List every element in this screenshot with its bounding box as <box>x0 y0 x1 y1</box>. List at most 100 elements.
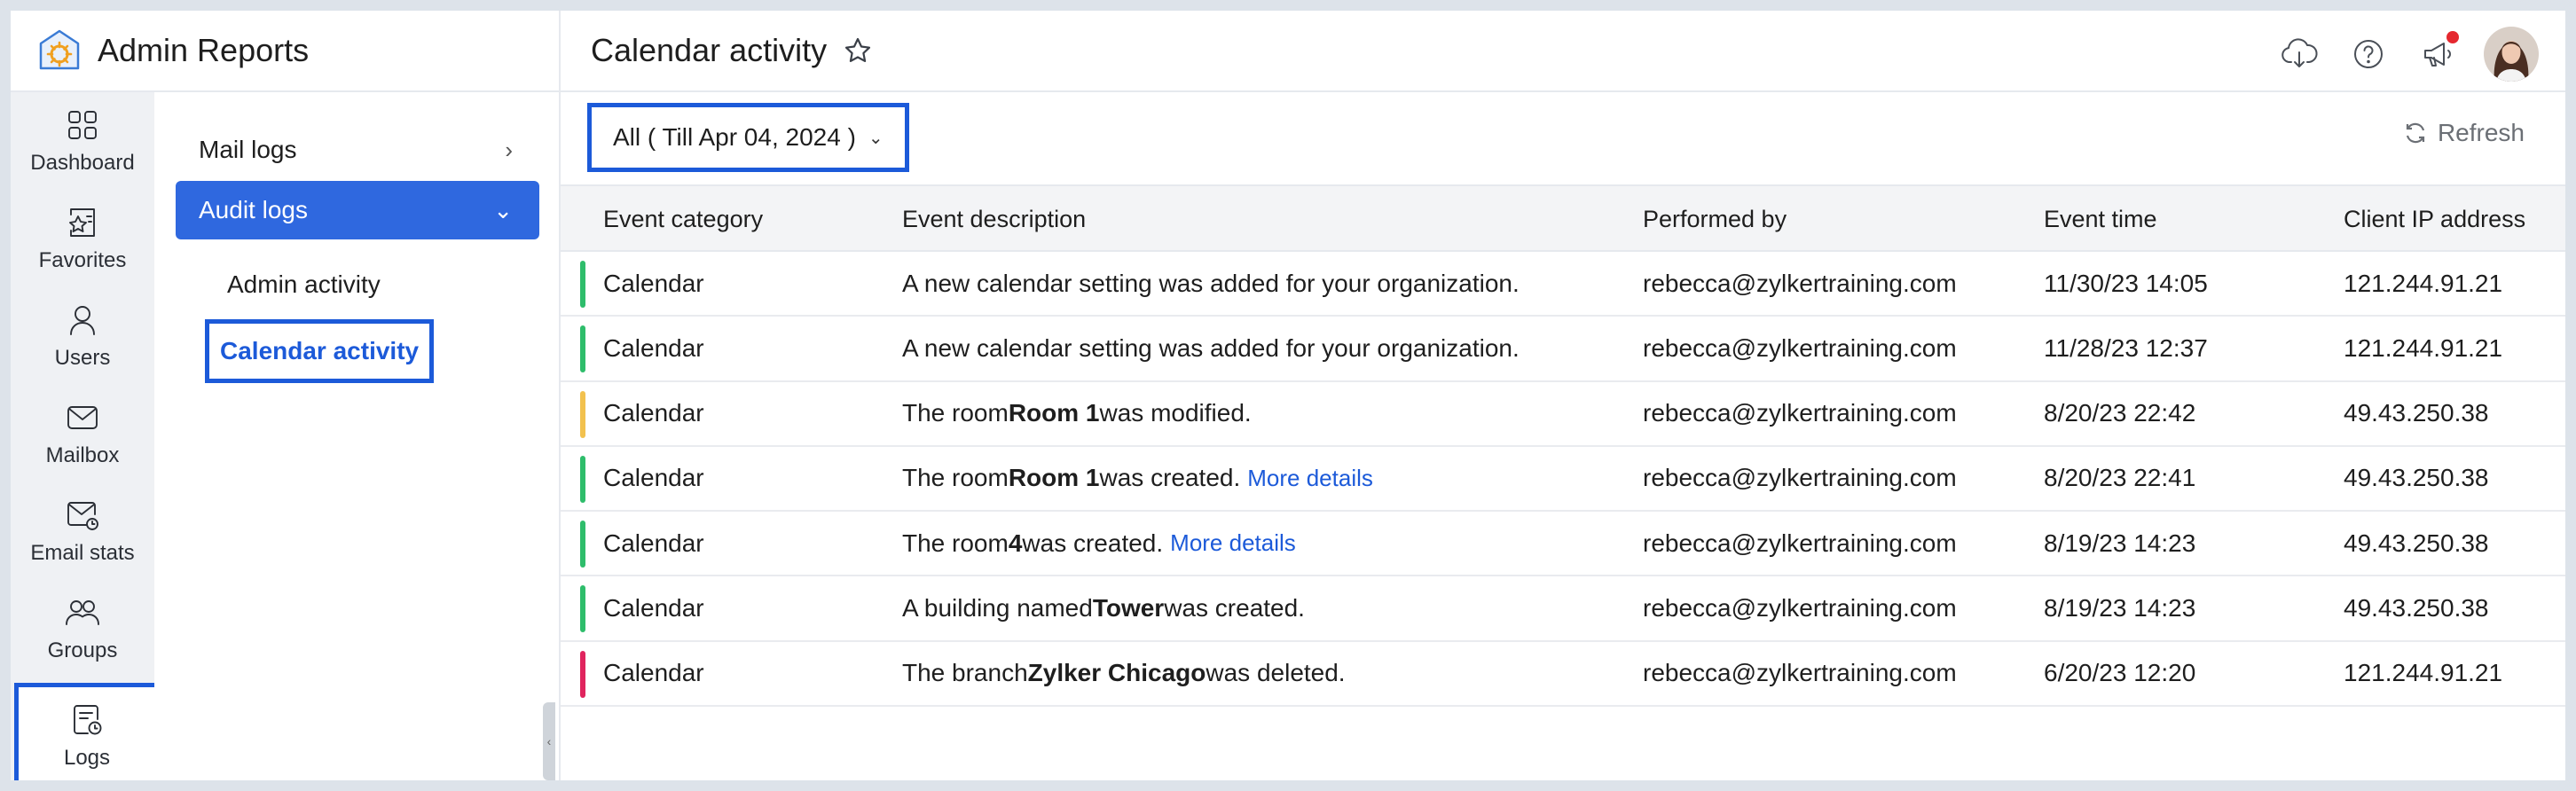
download-icon[interactable] <box>2280 35 2319 74</box>
severity-indicator <box>580 390 585 438</box>
mail-icon <box>67 406 98 429</box>
date-filter-value: All ( Till Apr 04, 2024 ) <box>613 123 856 151</box>
subnav-mail-logs[interactable]: Mail logs › <box>176 121 539 179</box>
cell-client-ip: 121.244.91.21 <box>2344 333 2503 362</box>
column-header-event-description[interactable]: Event description <box>902 186 1086 252</box>
table-row[interactable]: Calendar The room 4 was created. More det… <box>561 512 2565 577</box>
cell-event-time: 8/20/23 22:42 <box>2044 399 2196 427</box>
app-header: Admin Reports <box>11 11 561 92</box>
rail-item-mailbox[interactable]: Mailbox <box>11 387 154 481</box>
cell-event-time: 8/19/23 14:23 <box>2044 593 2196 622</box>
groups-icon <box>66 600 99 625</box>
chevron-down-icon: ⌄ <box>868 128 884 148</box>
help-icon[interactable] <box>2349 35 2388 74</box>
column-header-event-category[interactable]: Event category <box>603 186 763 252</box>
table-body: Calendar A new calendar setting was adde… <box>561 252 2565 708</box>
cell-client-ip: 121.244.91.21 <box>2344 659 2503 687</box>
cell-event-time: 6/20/23 12:20 <box>2044 659 2196 687</box>
sub-navigation: Mail logs › Audit logs ⌄ Admin activity … <box>154 92 561 780</box>
cell-description: The branch Zylker Chicago was deleted. <box>902 659 1346 687</box>
logs-icon <box>74 705 102 735</box>
cell-category: Calendar <box>603 464 704 492</box>
header-actions <box>2250 27 2539 82</box>
announcement-icon[interactable] <box>2418 31 2459 74</box>
cell-event-time: 8/20/23 22:41 <box>2044 464 2196 492</box>
rail-item-label: Groups <box>47 638 118 662</box>
subnav-admin-activity[interactable]: Admin activity <box>216 257 391 312</box>
table-row[interactable]: Calendar The room Room 1 was created. Mor… <box>561 447 2565 513</box>
table-row[interactable]: Calendar The branch Zylker Chicago was d… <box>561 642 2565 708</box>
rail-item-label: Email stats <box>30 541 135 565</box>
refresh-button[interactable]: Refresh <box>2402 119 2525 147</box>
subnav-calendar-activity[interactable]: Calendar activity <box>205 319 435 383</box>
user-avatar[interactable] <box>2484 27 2539 82</box>
user-icon <box>70 306 95 335</box>
table-row[interactable]: Calendar A building named Tower was crea… <box>561 576 2565 642</box>
table-row[interactable]: Calendar The room Room 1 was modified. r… <box>561 382 2565 447</box>
dashboard-icon <box>68 111 97 139</box>
cell-event-time: 11/28/23 12:37 <box>2044 333 2208 362</box>
rail-item-label: Users <box>54 346 111 370</box>
severity-indicator <box>580 325 585 373</box>
favorites-icon <box>69 208 95 237</box>
cell-description: A new calendar setting was added for you… <box>902 333 1520 362</box>
cell-description: A building named Tower was created. <box>902 593 1305 622</box>
subnav-item-label: Calendar activity <box>220 337 420 364</box>
subnav-item-label: Audit logs <box>199 196 308 223</box>
email-stats-icon <box>67 502 98 530</box>
severity-indicator <box>580 521 585 568</box>
cell-category: Calendar <box>603 659 704 687</box>
main-header: Calendar activity <box>561 11 2565 92</box>
rail-item-groups[interactable]: Groups <box>11 582 154 676</box>
cell-performed-by: rebecca@zylkertraining.com <box>1643 529 1957 557</box>
subnav-item-label: Mail logs <box>199 136 297 163</box>
cell-performed-by: rebecca@zylkertraining.com <box>1643 399 1957 427</box>
table-row[interactable]: Calendar A new calendar setting was adde… <box>561 252 2565 317</box>
severity-indicator <box>580 585 585 633</box>
rail-item-users[interactable]: Users <box>11 289 154 383</box>
rail-item-logs[interactable]: Logs <box>14 683 160 780</box>
severity-indicator <box>580 650 585 698</box>
notification-badge <box>2446 31 2459 43</box>
table-header: Event category Event description Perform… <box>561 184 2565 252</box>
cell-category: Calendar <box>603 399 704 427</box>
subnav-item-label: Admin activity <box>227 270 381 298</box>
column-header-client-ip[interactable]: Client IP address <box>2344 186 2525 252</box>
cell-description: The room Room 1 was modified. <box>902 399 1252 427</box>
cell-performed-by: rebecca@zylkertraining.com <box>1643 333 1957 362</box>
chevron-right-icon: › <box>505 136 513 163</box>
cell-client-ip: 49.43.250.38 <box>2344 593 2489 622</box>
cell-description: The room Room 1 was created. More details <box>902 464 1373 492</box>
cell-event-time: 8/19/23 14:23 <box>2044 529 2196 557</box>
more-details-link[interactable]: More details <box>1170 529 1296 557</box>
rail-item-label: Mailbox <box>45 443 120 467</box>
rail-item-email-stats[interactable]: Email stats <box>11 484 154 578</box>
collapse-panel-handle[interactable]: ‹ <box>543 702 555 780</box>
severity-indicator <box>580 455 585 503</box>
rail-item-dashboard[interactable]: Dashboard <box>11 94 154 188</box>
rail-item-label: Dashboard <box>30 151 135 175</box>
subnav-audit-logs[interactable]: Audit logs ⌄ <box>176 181 539 239</box>
cell-description: The room 4 was created. More details <box>902 529 1296 557</box>
severity-indicator <box>580 261 585 308</box>
cell-client-ip: 49.43.250.38 <box>2344 529 2489 557</box>
cell-performed-by: rebecca@zylkertraining.com <box>1643 659 1957 687</box>
icon-rail: Dashboard Favorites Users Mailbox Email … <box>11 92 160 780</box>
column-header-performed-by[interactable]: Performed by <box>1643 186 1787 252</box>
star-icon[interactable] <box>843 35 873 66</box>
refresh-icon <box>2406 122 2425 144</box>
app-title: Admin Reports <box>98 32 310 68</box>
cell-category: Calendar <box>603 529 704 557</box>
cell-client-ip: 121.244.91.21 <box>2344 269 2503 297</box>
cell-category: Calendar <box>603 333 704 362</box>
table-row[interactable]: Calendar A new calendar setting was adde… <box>561 317 2565 382</box>
cell-performed-by: rebecca@zylkertraining.com <box>1643 464 1957 492</box>
rail-item-favorites[interactable]: Favorites <box>11 192 154 286</box>
more-details-link[interactable]: More details <box>1247 465 1373 492</box>
date-filter-dropdown[interactable]: All ( Till Apr 04, 2024 ) ⌄ <box>587 103 909 172</box>
column-header-event-time[interactable]: Event time <box>2044 186 2157 252</box>
cell-event-time: 11/30/23 14:05 <box>2044 269 2208 297</box>
refresh-label: Refresh <box>2437 119 2525 146</box>
cell-category: Calendar <box>603 593 704 622</box>
app-window: Admin Reports Dashboard Favorites Users … <box>11 11 2565 780</box>
